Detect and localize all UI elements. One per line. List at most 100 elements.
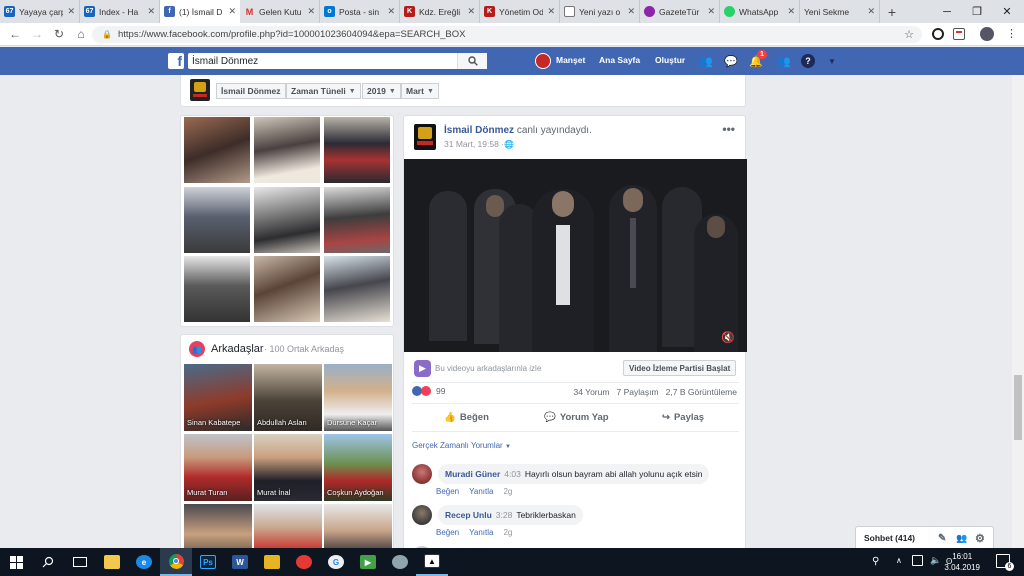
close-icon[interactable]: ✕ [627,6,635,17]
comment-button[interactable]: 💬 Yorum Yap [544,412,609,423]
avatar[interactable] [412,505,432,525]
extension-icon[interactable] [932,28,944,40]
reload-icon[interactable]: ↻ [48,27,70,41]
close-icon[interactable]: ✕ [67,6,75,17]
search-input[interactable]: İsmail Dönmez [188,53,487,69]
photo-thumbnail[interactable] [324,117,390,183]
friend-tile[interactable]: Coşkun Aydoğan [324,434,392,501]
friend-tile[interactable] [324,504,392,548]
crumb-timeline[interactable]: Zaman Tüneli ▼ [286,83,361,99]
comment-reply-link[interactable]: Yanıtla [469,528,493,537]
tab-2[interactable]: f (1) İsmail D ✕ [160,0,240,23]
close-icon[interactable]: ✕ [787,6,795,17]
live-video-player[interactable]: 🔇 [404,159,747,352]
minimize-button[interactable]: ─ [932,0,962,23]
photo-thumbnail[interactable] [324,256,390,322]
crumb-name[interactable]: İsmail Dönmez [216,83,286,99]
chrome-icon[interactable] [160,548,192,576]
close-icon[interactable]: ✕ [307,6,315,17]
manset-avatar[interactable] [535,53,551,69]
windows-start-icon[interactable] [0,548,32,576]
photo-thumbnail[interactable] [254,187,320,253]
comment-time[interactable]: 4:03 [504,469,521,479]
crumb-month[interactable]: Mart ▼ [401,83,439,99]
close-icon[interactable]: ✕ [387,6,395,17]
app-icon[interactable] [384,548,416,576]
mute-icon[interactable]: 🔇 [721,331,735,344]
photo-thumbnail[interactable] [324,187,390,253]
new-tab-button[interactable]: + [880,0,904,23]
close-icon[interactable]: ✕ [467,6,475,17]
tab-3[interactable]: M Gelen Kutu ✕ [240,0,320,23]
tab-6[interactable]: K Yönetim Od ✕ [480,0,560,23]
maximize-button[interactable]: ❐ [962,0,992,23]
close-icon[interactable]: ✕ [547,6,555,17]
friend-tile[interactable]: Sinan Kabatepe [184,364,252,431]
post-author[interactable]: İsmail Dönmez [444,125,514,136]
close-icon[interactable]: ✕ [707,6,715,17]
tab-0[interactable]: 67 Yayaya çarp ✕ [0,0,80,23]
back-arrow-icon[interactable]: ← [4,27,26,41]
search-icon[interactable] [32,548,64,576]
new-group-icon[interactable]: 👥 [956,533,967,544]
tab-7[interactable]: Yeni yazı o ✕ [560,0,640,23]
chat-sidebar-toggle[interactable]: Sohbet (414) ✎ 👥 ⚙ [855,526,994,550]
friends-title[interactable]: Arkadaşlar [211,343,264,355]
friend-tile[interactable]: Dursune Kaçar [324,364,392,431]
folder-icon[interactable] [256,548,288,576]
help-icon[interactable]: ? [801,54,815,68]
search-button[interactable] [457,53,487,69]
close-icon[interactable]: ✕ [228,6,236,17]
extension-icon[interactable] [953,28,965,40]
app-icon[interactable] [288,548,320,576]
page-scrollbar[interactable] [1012,75,1024,548]
tab-9[interactable]: WhatsApp ✕ [720,0,800,23]
app-icon[interactable]: ▶ [352,548,384,576]
star-icon[interactable]: ☆ [904,28,914,41]
mutual-friends[interactable]: · 100 Ortak Arkadaş [264,344,344,354]
forward-arrow-icon[interactable]: → [26,27,48,41]
crumb-year[interactable]: 2019 ▼ [362,83,401,99]
comment-ago[interactable]: 2g [503,487,512,496]
friend-tile[interactable] [254,504,322,548]
manset-link[interactable]: Manşet [556,55,585,65]
tab-10[interactable]: Yeni Sekme ✕ [800,0,880,23]
friend-tile[interactable]: Murat İnal [254,434,322,501]
tray-chevron-icon[interactable]: ∧ [896,556,902,565]
comment-like-link[interactable]: Beğen [436,487,459,496]
task-view-icon[interactable] [64,548,96,576]
author-avatar[interactable] [414,124,436,150]
menu-icon[interactable]: ⋮ [1006,27,1017,40]
share-button[interactable]: ↪ Paylaş [662,412,704,423]
tab-5[interactable]: K Kdz. Ereğli ✕ [400,0,480,23]
file-explorer-icon[interactable] [96,548,128,576]
word-icon[interactable]: W [224,548,256,576]
friend-tile[interactable]: Murat Turan [184,434,252,501]
friend-tile[interactable]: Abdullah Aslan [254,364,322,431]
photo-thumbnail[interactable] [254,117,320,183]
photo-thumbnail[interactable] [254,256,320,322]
edge-icon[interactable]: e [128,548,160,576]
friend-tile[interactable] [184,504,252,548]
photoshop-icon[interactable]: Ps [192,548,224,576]
chevron-down-icon[interactable]: ▼ [825,54,839,68]
comment-filter-dropdown[interactable]: Gerçek Zamanlı Yorumlar ▼ [412,441,511,450]
comment-author[interactable]: Muradi Güner [445,469,500,479]
post-date[interactable]: 31 Mart, 19:58 · [444,139,504,149]
volume-icon[interactable]: 🔈 [930,555,941,566]
facebook-logo-icon[interactable]: f [168,53,184,69]
comment-like-link[interactable]: Beğen [436,528,459,537]
home-link[interactable]: Ana Sayfa [599,55,640,65]
home-icon[interactable]: ⌂ [70,27,92,41]
comment-time[interactable]: 3:28 [496,510,513,520]
photo-thumbnail[interactable] [184,117,250,183]
messenger-icon[interactable]: 💬 [724,54,738,68]
photo-thumbnail[interactable] [184,187,250,253]
gear-icon[interactable]: ⚙ [975,532,985,545]
avatar[interactable] [980,27,994,41]
post-stats[interactable]: 34 Yorum 7 Paylaşım 2,7 B Görüntüleme [574,387,737,397]
profile-thumbnail[interactable] [190,79,210,101]
photo-thumbnail[interactable] [184,256,250,322]
tab-8[interactable]: GazeteTür ✕ [640,0,720,23]
tab-1[interactable]: 67 Index - Ha ✕ [80,0,160,23]
